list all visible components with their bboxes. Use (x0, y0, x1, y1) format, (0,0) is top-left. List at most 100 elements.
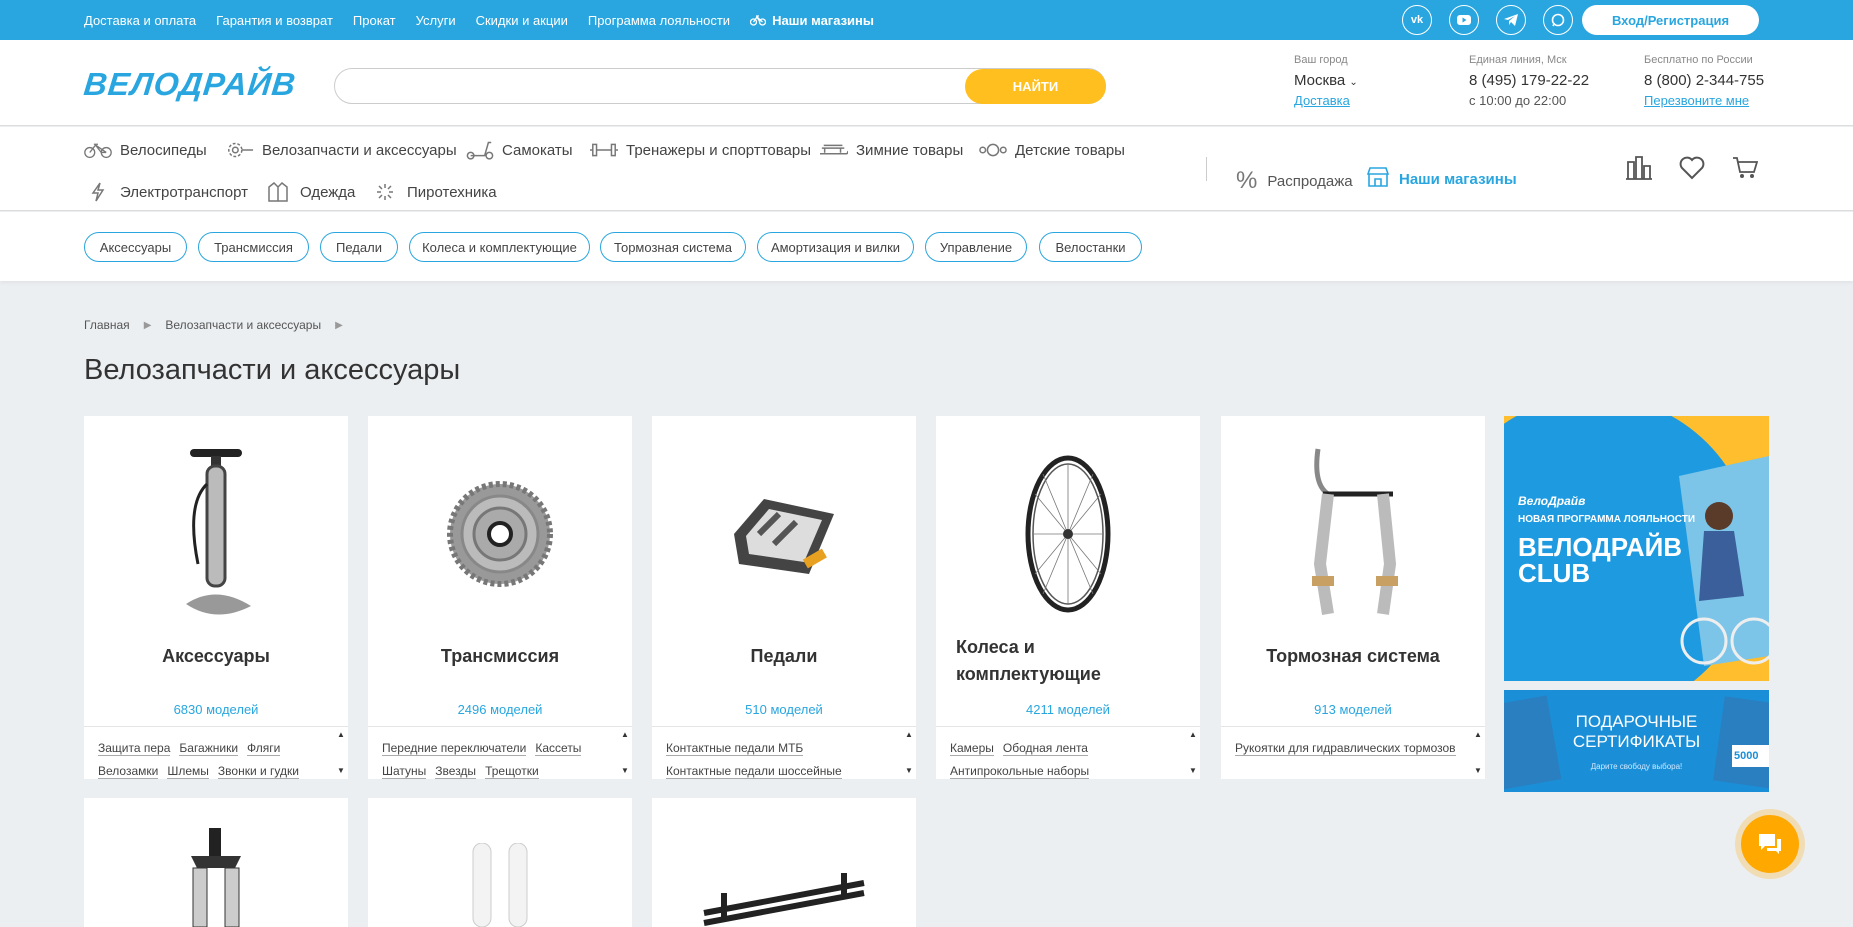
callback-link[interactable]: Перезвоните мне (1644, 93, 1764, 108)
scroll-up-icon[interactable]: ▲ (1189, 730, 1197, 739)
breadcrumb-home[interactable]: Главная (84, 318, 130, 332)
search-button[interactable]: НАЙТИ (965, 69, 1106, 104)
category-card[interactable]: Трансмиссия 2496 моделей Передние перекл… (368, 416, 632, 779)
breadcrumb-parts[interactable]: Велозапчасти и аксессуары (165, 318, 321, 332)
card-title[interactable]: Аксессуары (84, 646, 348, 667)
card-scrollbar[interactable]: ▲ ▼ (618, 726, 632, 779)
scroll-up-icon[interactable]: ▲ (905, 730, 913, 739)
chip-bike-stands[interactable]: Велостанки (1039, 232, 1142, 262)
chat-icon[interactable] (1543, 5, 1573, 35)
compare-icon[interactable] (1624, 153, 1654, 183)
nav-scooters[interactable]: Самокаты (466, 140, 573, 160)
logo[interactable]: ВЕЛОДРАЙВ (82, 66, 298, 103)
favorites-icon[interactable] (1677, 153, 1707, 183)
scroll-up-icon[interactable]: ▲ (621, 730, 629, 739)
link-services[interactable]: Услуги (416, 13, 456, 28)
card-title[interactable]: Тормозная система (1221, 646, 1485, 667)
gift-cert-banner[interactable]: ПОДАРОЧНЫЕ СЕРТИФИКАТЫ Дарите свободу вы… (1504, 690, 1769, 792)
card-scrollbar[interactable]: ▲ ▼ (334, 726, 348, 779)
category-card[interactable] (368, 798, 632, 927)
scroll-up-icon[interactable]: ▲ (337, 730, 345, 739)
link-rental[interactable]: Прокат (353, 13, 396, 28)
card-title[interactable]: Педали (652, 646, 916, 667)
nav-kids[interactable]: Детские товары (979, 140, 1125, 160)
category-nav: Велосипеды Велозапчасти и аксессуары Сам… (0, 127, 1853, 211)
sub-link[interactable]: Шлемы (167, 764, 209, 779)
chip-pedals[interactable]: Педали (320, 232, 398, 262)
sub-link[interactable]: Камеры (950, 741, 994, 756)
free-phone[interactable]: 8 (800) 2-344-755 (1644, 72, 1764, 89)
chip-suspension[interactable]: Амортизация и вилки (757, 232, 914, 262)
nav-our-stores[interactable]: Наши магазины (1366, 167, 1517, 191)
card-scrollbar[interactable]: ▲ ▼ (1186, 726, 1200, 779)
youtube-icon[interactable] (1449, 5, 1479, 35)
sub-link[interactable]: Ободная лента (1002, 741, 1088, 756)
card-subcategories: Камеры Ободная лента Антипрокольные набор… (936, 726, 1200, 779)
nav-sale[interactable]: % Распродажа (1236, 167, 1353, 195)
scroll-down-icon[interactable]: ▼ (905, 766, 913, 775)
card-scrollbar[interactable]: ▲ ▼ (902, 726, 916, 779)
scroll-down-icon[interactable]: ▼ (1189, 766, 1197, 775)
link-loyalty[interactable]: Программа лояльности (588, 13, 730, 28)
scroll-down-icon[interactable]: ▼ (621, 766, 629, 775)
chip-wheels[interactable]: Колеса и комплектующие (409, 232, 590, 262)
sub-link[interactable]: Контактные педали МТБ (666, 741, 804, 756)
link-our-stores[interactable]: Наши магазины (750, 13, 874, 28)
sub-link[interactable]: Багажники (179, 741, 239, 756)
category-card[interactable]: Педали 510 моделей Контактные педали МТБ… (652, 416, 916, 779)
chip-steering[interactable]: Управление (925, 232, 1027, 262)
nav-electric[interactable]: Электротранспорт (84, 182, 248, 202)
sub-link[interactable]: Контактные педали шоссейные (666, 764, 842, 779)
nav-clothes[interactable]: Одежда (264, 182, 355, 202)
nav-fitness[interactable]: Тренажеры и спорттовары (590, 140, 811, 160)
card-title[interactable]: Колеса и комплектующие (956, 634, 1180, 688)
card-scrollbar[interactable]: ▲ ▼ (1471, 726, 1485, 779)
city-selector[interactable]: Москва ⌄ (1294, 72, 1358, 89)
sub-link[interactable]: Передние переключатели (382, 741, 527, 756)
vk-icon[interactable]: vk (1402, 5, 1432, 35)
dumbbell-icon (590, 140, 618, 160)
nav-label: Электротранспорт (120, 183, 249, 201)
category-card[interactable]: Тормозная система 913 моделей Рукоятки д… (1221, 416, 1485, 779)
sub-link[interactable]: Фляги (247, 741, 281, 756)
category-card[interactable]: Аксессуары 6830 моделей Защита пера Багаж… (84, 416, 348, 779)
chat-button[interactable] (1741, 815, 1799, 873)
sub-link[interactable]: Защита пера (98, 741, 171, 756)
sub-link[interactable]: Антипрокольные наборы (950, 764, 1090, 779)
sub-link[interactable]: Звонки и гудки (217, 764, 299, 779)
sub-link[interactable]: Трещотки (485, 764, 539, 779)
category-card[interactable] (84, 798, 348, 927)
sub-link[interactable]: Звезды (435, 764, 477, 779)
scroll-down-icon[interactable]: ▼ (337, 766, 345, 775)
loyalty-banner[interactable]: ВелоДрайв НОВАЯ ПРОГРАММА ЛОЯЛЬНОСТИ ВЕЛ… (1504, 416, 1769, 681)
telegram-icon[interactable] (1496, 5, 1526, 35)
fork-image (114, 828, 318, 927)
chip-brakes[interactable]: Тормозная система (600, 232, 746, 262)
scroll-up-icon[interactable]: ▲ (1474, 730, 1482, 739)
nav-parts[interactable]: Велозапчасти и аксессуары (226, 140, 457, 160)
cart-icon[interactable] (1730, 153, 1760, 183)
login-button[interactable]: Вход/Регистрация (1582, 5, 1759, 35)
nav-label: Одежда (300, 183, 356, 201)
category-card[interactable] (652, 798, 916, 927)
scroll-down-icon[interactable]: ▼ (1474, 766, 1482, 775)
category-card[interactable]: Колеса и комплектующие 4211 моделей Каме… (936, 416, 1200, 779)
nav-bicycles[interactable]: Велосипеды (84, 140, 207, 160)
link-warranty[interactable]: Гарантия и возврат (216, 13, 333, 28)
sub-link[interactable]: Шатуны (382, 764, 427, 779)
delivery-link[interactable]: Доставка (1294, 93, 1358, 108)
nav-label: Самокаты (502, 141, 573, 159)
top-links: Доставка и оплата Гарантия и возврат Про… (84, 0, 874, 40)
line-hours: с 10:00 до 22:00 (1469, 93, 1567, 108)
chip-accessories[interactable]: Аксессуары (84, 232, 187, 262)
chip-transmission[interactable]: Трансмиссия (198, 232, 309, 262)
card-title[interactable]: Трансмиссия (368, 646, 632, 667)
link-delivery[interactable]: Доставка и оплата (84, 13, 196, 28)
sub-link[interactable]: Рукоятки для гидравлических тормозов (1235, 741, 1456, 756)
line-phone[interactable]: 8 (495) 179-22-22 (1469, 72, 1589, 89)
sub-link[interactable]: Велозамки (98, 764, 159, 779)
link-discounts[interactable]: Скидки и акции (476, 13, 568, 28)
nav-winter[interactable]: Зимние товары (820, 140, 963, 160)
nav-fireworks[interactable]: Пиротехника (371, 182, 497, 202)
sub-link[interactable]: Кассеты (535, 741, 582, 756)
